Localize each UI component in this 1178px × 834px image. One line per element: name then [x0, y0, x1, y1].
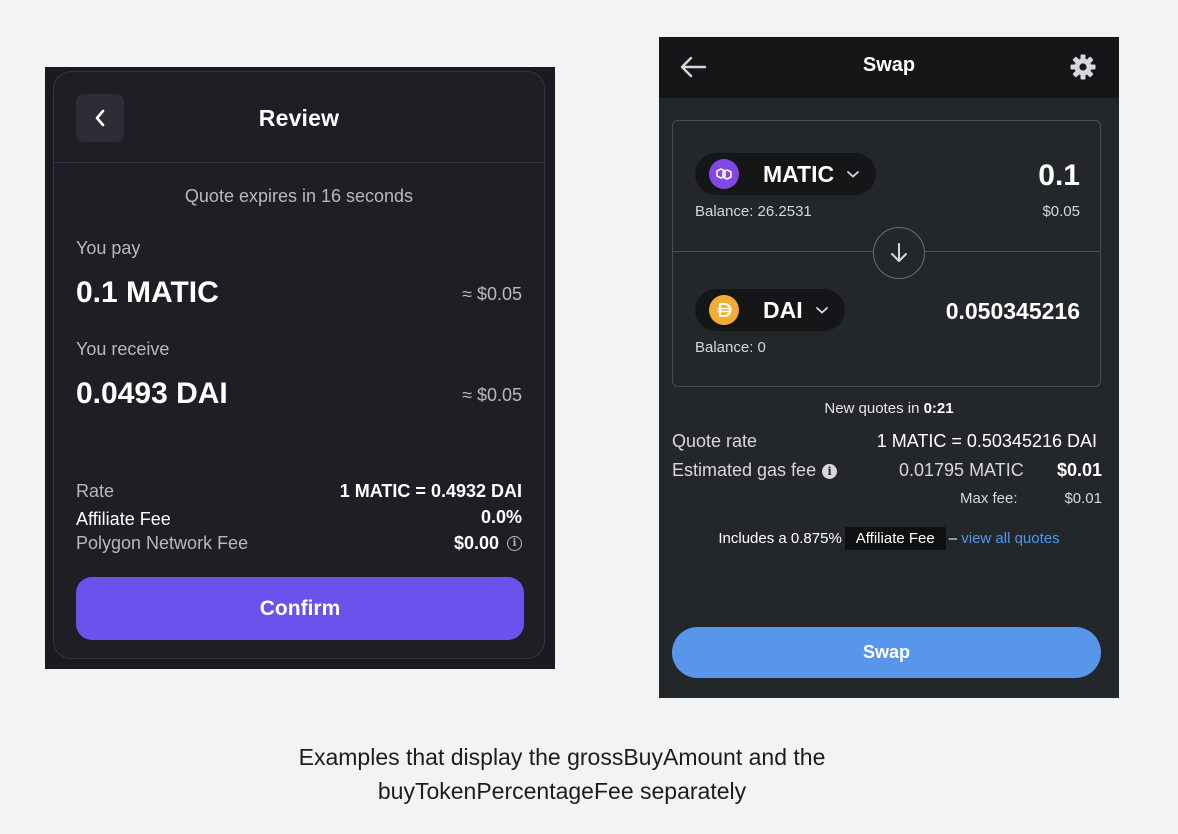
gas-fee-label: Estimated gas fee i: [672, 460, 838, 481]
review-screenshot: Review Quote expires in 16 seconds You p…: [45, 67, 555, 669]
from-amount-input[interactable]: [960, 157, 1080, 195]
gas-fee-usd: $0.01: [1056, 460, 1102, 480]
you-receive-label: You receive: [76, 339, 170, 359]
affiliate-fee-chip: Affiliate Fee: [844, 527, 946, 550]
switch-tokens-button[interactable]: [873, 227, 925, 279]
network-fee-value: $0.00 i: [454, 533, 522, 554]
you-pay-label: You pay: [76, 238, 141, 258]
swap-token-box: MATIC Balance: 26.2531 $0.05 DAI: [672, 120, 1101, 387]
quote-rate-value: 1 MATIC = 0.50345216 DAI: [876, 431, 1097, 451]
view-all-quotes-link[interactable]: view all quotes: [961, 530, 1059, 547]
swap-button[interactable]: Swap: [672, 627, 1101, 678]
confirm-button[interactable]: Confirm: [76, 577, 524, 640]
info-icon[interactable]: i: [507, 536, 522, 551]
affiliate-fee-value-text: 0.0%: [480, 507, 522, 527]
info-icon[interactable]: i: [822, 464, 838, 479]
caption-line-2: buyTokenPercentageFee separately: [377, 778, 747, 804]
swap-screenshot: Swap MATIC 0.1 Balance: 26.2531 $0.05 DA…: [659, 37, 1119, 698]
network-fee-label: Polygon Network Fee: [76, 533, 249, 553]
swap-header: Swap: [659, 37, 1119, 98]
chevron-down-icon: [847, 171, 860, 178]
you-receive-usd: ≈ $0.05: [462, 385, 522, 405]
to-balance: Balance: 0: [695, 339, 766, 356]
quote-rate-label: Quote rate: [672, 431, 758, 451]
swap-title: Swap: [862, 54, 916, 76]
from-token-selector[interactable]: MATIC: [695, 153, 877, 195]
you-pay-usd: ≈ $0.05: [462, 284, 522, 304]
arrow-down-icon: [891, 243, 907, 262]
caption: Examples that display the grossBuyAmount…: [0, 740, 1124, 808]
from-usd-value: $0.05: [1042, 203, 1080, 220]
quote-expires-text: Quote expires in 16 seconds: [184, 186, 414, 206]
affiliate-fee-notice: Includes a 0.875% Affiliate Fee – view all…: [659, 527, 1119, 550]
network-fee-value-text: $0.00: [453, 533, 499, 553]
to-token-name: DAI: [763, 296, 803, 323]
chevron-down-icon: [815, 307, 828, 314]
dai-logo-icon: [709, 295, 739, 325]
includes-fee-text: Includes a 0.875%: [718, 530, 842, 547]
affiliate-fee-label: Affiliate Fee: [76, 509, 171, 529]
rate-value-text: 1 MATIC = 0.4932 DAI: [339, 481, 522, 501]
max-fee-label: Max fee:: [960, 490, 1018, 507]
from-token-name: MATIC: [763, 160, 835, 187]
dash-separator: –: [948, 530, 958, 547]
rate-label: Rate: [76, 481, 115, 501]
you-receive-amount: 0.0493 DAI: [76, 377, 228, 410]
new-quotes-countdown: New quotes in 0:21: [659, 400, 1119, 417]
new-quotes-prefix: New quotes in: [824, 400, 920, 417]
to-token-selector[interactable]: DAI: [695, 289, 845, 331]
from-balance: Balance: 26.2531: [695, 203, 812, 220]
to-amount: 0.050345216: [945, 298, 1080, 324]
review-title: Review: [258, 105, 340, 131]
review-header: Review: [54, 72, 544, 163]
caption-line-1: Examples that display the grossBuyAmount…: [298, 744, 826, 770]
gas-fee-label-text: Estimated gas fee: [672, 460, 817, 480]
new-quotes-time: 0:21: [923, 400, 954, 417]
affiliate-fee-value: 0.0%: [481, 507, 522, 528]
gear-icon[interactable]: [1069, 53, 1097, 81]
rate-value: 1 MATIC = 0.4932 DAI: [340, 481, 522, 502]
you-pay-amount: 0.1 MATIC: [76, 276, 219, 309]
matic-logo-icon: [709, 159, 739, 189]
max-fee-value: $0.01: [1064, 490, 1102, 507]
gas-fee-value: 0.01795 MATIC: [899, 460, 1024, 480]
review-card: Review Quote expires in 16 seconds You p…: [53, 71, 545, 659]
